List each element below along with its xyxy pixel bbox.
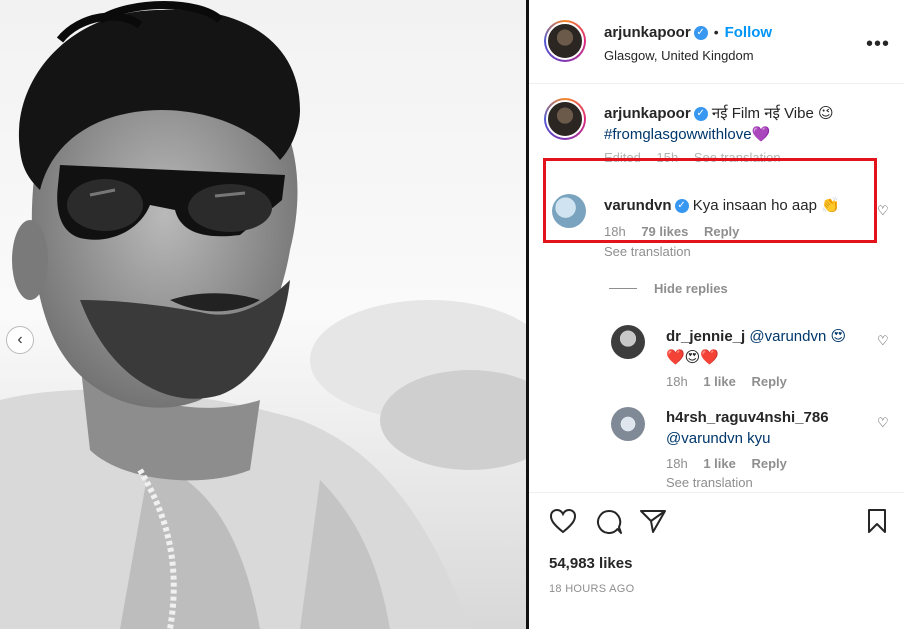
- comment-username[interactable]: varundvn: [604, 197, 672, 214]
- reply-meta: 18h 1 like Reply: [666, 374, 799, 389]
- post-location[interactable]: Glasgow, United Kingdom: [604, 48, 754, 63]
- comment-likes[interactable]: 79 likes: [641, 224, 688, 239]
- reply-meta: 18h 1 like Reply: [666, 456, 799, 471]
- purple-heart-emoji: 💜: [751, 126, 771, 143]
- verified-badge-icon: ✓: [693, 25, 708, 40]
- caption: arjunkapoor ✓ नई Film नई Vibe 😉 #fromglas…: [604, 103, 884, 145]
- reply-username[interactable]: h4rsh_raguv4nshi_786: [666, 409, 829, 426]
- heart-icon[interactable]: [549, 508, 577, 534]
- reply: h4rsh_raguv4nshi_786 @varundvn kyu: [666, 407, 829, 449]
- caption-username[interactable]: arjunkapoor: [604, 105, 691, 122]
- comment-text: Kya insaan ho aap 👏: [692, 197, 840, 214]
- reply-text-line2: ❤️😍❤️: [666, 349, 719, 366]
- caption-text: नई Film नई Vibe 😉: [711, 105, 834, 122]
- likes-count[interactable]: 54,983 likes: [549, 555, 632, 572]
- comment-time: 18h: [604, 224, 626, 239]
- portrait-illustration: [0, 0, 528, 629]
- comment-avatar[interactable]: [552, 194, 586, 228]
- reply-reply[interactable]: Reply: [751, 374, 786, 389]
- reply-like-icon[interactable]: ♡: [877, 415, 889, 431]
- author-avatar[interactable]: [544, 20, 586, 62]
- comment-meta: 18h 79 likes Reply: [604, 224, 751, 239]
- reply-username[interactable]: dr_jennie_j: [666, 328, 745, 345]
- caption-hashtag[interactable]: #fromglasgowwithlove: [604, 126, 752, 143]
- reply-time: 18h: [666, 456, 688, 471]
- post-photo[interactable]: ‹: [0, 0, 528, 629]
- post-side-panel: arjunkapoor ✓ • Follow Glasgow, United King…: [529, 0, 904, 629]
- separator-dot: •: [713, 24, 719, 40]
- comment-see-translation[interactable]: See translation: [604, 244, 691, 259]
- reply-like-icon[interactable]: ♡: [877, 333, 889, 349]
- verified-badge-icon: ✓: [674, 199, 689, 214]
- reply-reply[interactable]: Reply: [751, 456, 786, 471]
- follow-button[interactable]: Follow: [725, 24, 773, 41]
- reply: dr_jennie_j @varundvn 😍 ❤️😍❤️: [666, 326, 846, 368]
- carousel-prev-button[interactable]: ‹: [6, 326, 34, 354]
- caption-avatar[interactable]: [544, 98, 586, 140]
- comment-like-icon[interactable]: ♡: [877, 203, 889, 219]
- hide-replies-button[interactable]: Hide replies: [654, 281, 728, 296]
- reply-avatar[interactable]: [611, 407, 645, 441]
- reply-text: @varundvn kyu: [666, 430, 771, 447]
- comment: varundvn ✓ Kya insaan ho aap 👏: [604, 196, 840, 214]
- verified-badge-icon: ✓: [693, 107, 708, 122]
- share-icon[interactable]: [639, 508, 667, 534]
- comment-icon[interactable]: [595, 508, 623, 536]
- reply-see-translation[interactable]: See translation: [666, 475, 753, 490]
- reply-time: 18h: [666, 374, 688, 389]
- comment-reply[interactable]: Reply: [704, 224, 739, 239]
- author-username[interactable]: arjunkapoor: [604, 24, 691, 41]
- post-time-ago: 18 HOURS AGO: [549, 583, 635, 595]
- reply-text: @varundvn 😍: [749, 328, 847, 345]
- reply-likes[interactable]: 1 like: [703, 456, 736, 471]
- reply-likes[interactable]: 1 like: [703, 374, 736, 389]
- replies-line: [609, 288, 637, 289]
- more-options-icon[interactable]: •••: [866, 33, 890, 56]
- bookmark-icon[interactable]: [866, 508, 888, 534]
- reply-avatar[interactable]: [611, 325, 645, 359]
- post-header: arjunkapoor ✓ • Follow Glasgow, United King…: [529, 0, 904, 84]
